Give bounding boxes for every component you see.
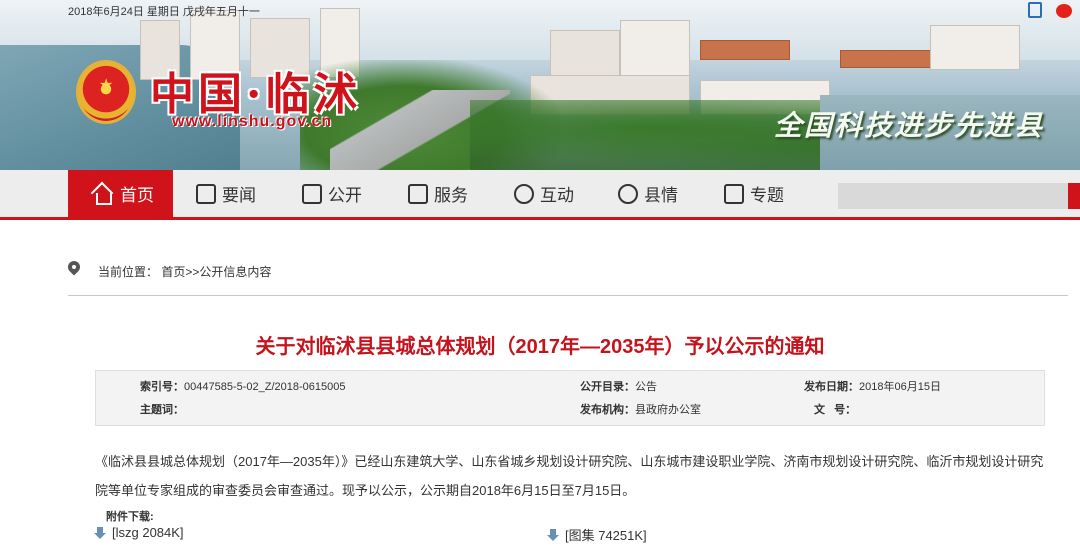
computer-icon	[408, 183, 428, 204]
nav-label: 县情	[644, 186, 678, 205]
header-banner: 2018年6月24日 星期日 戊戌年五月十一 中国·临沭 www.linshu.…	[0, 0, 1080, 170]
mobile-phone-icon[interactable]	[1028, 2, 1042, 18]
document-icon	[302, 183, 322, 204]
meta-label: 主题词：	[140, 404, 184, 416]
meta-index: 索引号：00447585-5-02_Z/2018-0615005	[140, 378, 345, 394]
attachment-label: [图集 74251K]	[565, 528, 647, 543]
nav-public[interactable]: 公开	[302, 170, 362, 217]
meta-value: 2018年06月15日	[859, 381, 941, 393]
banner-building	[930, 25, 1020, 70]
nav-topics[interactable]: 专题	[724, 170, 784, 217]
nav-label: 互动	[540, 186, 574, 205]
nav-home[interactable]: 首页	[68, 170, 173, 217]
meta-subject: 主题词：	[140, 401, 184, 417]
meta-value: 公告	[635, 381, 657, 393]
attachment-link[interactable]: [lszg 2084K]	[94, 525, 184, 540]
download-icon	[547, 528, 559, 541]
nav-news[interactable]: 要闻	[196, 170, 256, 217]
nav-interact[interactable]: 互动	[514, 170, 574, 217]
banner-building	[550, 30, 620, 80]
meta-label: 发布机构：	[580, 404, 635, 416]
meta-value: 00447585-5-02_Z/2018-0615005	[184, 381, 346, 393]
home-icon	[92, 184, 114, 205]
banner-building	[620, 20, 690, 80]
date-line: 2018年6月24日 星期日 戊戌年五月十一	[68, 6, 260, 18]
chat-icon	[514, 183, 534, 204]
download-icon	[94, 526, 106, 539]
weibo-icon[interactable]	[1056, 4, 1072, 18]
attachment-link[interactable]: [图集 74251K]	[547, 525, 647, 544]
meta-org: 发布机构：县政府办公室	[580, 401, 701, 417]
star-icon	[618, 183, 638, 204]
breadcrumb-text[interactable]: 当前位置： 首页>>公开信息内容	[98, 263, 271, 280]
main-nav: 首页 要闻 公开 服务 互动 县情 专题	[0, 170, 1080, 220]
location-pin-icon	[68, 261, 80, 277]
nav-label: 公开	[328, 186, 362, 205]
meta-catalog: 公开目录：公告	[580, 378, 657, 394]
attachments-label: 附件下载:	[106, 511, 154, 523]
nav-label: 专题	[750, 186, 784, 205]
nav-service[interactable]: 服务	[408, 170, 468, 217]
search-input[interactable]	[838, 183, 1068, 209]
slogan: 全国科技进步先进县	[773, 109, 1044, 142]
meta-value: 县政府办公室	[635, 404, 701, 416]
national-emblem-icon	[76, 60, 136, 124]
meta-docno: 文 号：	[814, 401, 856, 417]
meta-label: 公开目录：	[580, 381, 635, 393]
nav-label: 要闻	[222, 186, 256, 205]
nav-county-info[interactable]: 县情	[618, 170, 678, 217]
attachment-label: [lszg 2084K]	[112, 525, 184, 540]
breadcrumb: 当前位置： 首页>>公开信息内容	[68, 260, 1068, 296]
meta-date: 发布日期：2018年06月15日	[804, 378, 941, 394]
meta-label: 索引号：	[140, 381, 184, 393]
article-body: 《临沭县县城总体规划（2017年—2035年）》已经山东建筑大学、山东省城乡规划…	[95, 454, 1044, 498]
article-meta: 索引号：00447585-5-02_Z/2018-0615005 公开目录：公告…	[95, 370, 1045, 426]
meta-label: 发布日期：	[804, 381, 859, 393]
nav-label: 首页	[120, 186, 154, 205]
nav-label: 服务	[434, 186, 468, 205]
banner-building	[700, 40, 790, 60]
meta-label: 文 号：	[814, 404, 857, 416]
search-button[interactable]	[1068, 183, 1080, 209]
top-icons	[1028, 2, 1072, 18]
site-url: www.linshu.gov.cn	[172, 113, 333, 130]
topic-icon	[724, 183, 744, 204]
article-title: 关于对临沭县县城总体规划（2017年—2035年）予以公示的通知	[255, 336, 825, 358]
news-icon	[196, 183, 216, 204]
